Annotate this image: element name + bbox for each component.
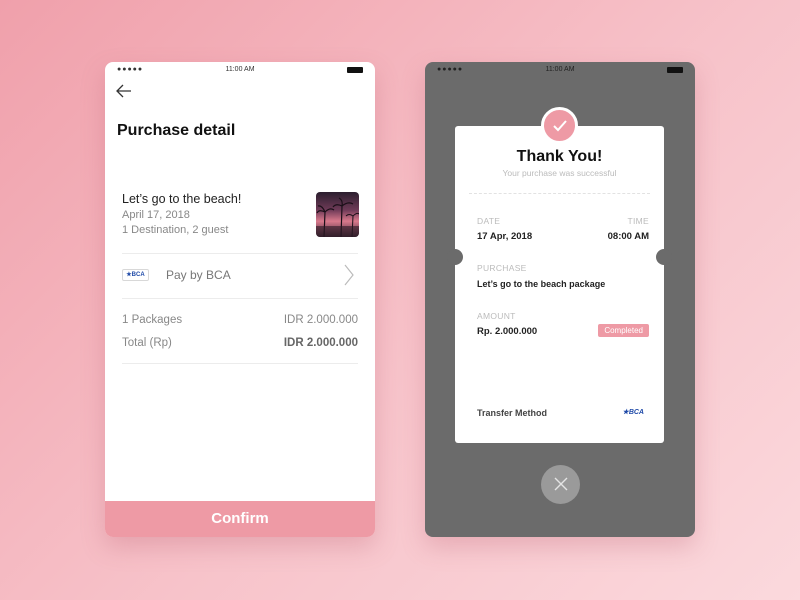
page-title: Purchase detail — [117, 122, 236, 139]
transfer-method-label: Transfer Method — [477, 408, 548, 418]
confirm-button[interactable]: Confirm — [105, 501, 375, 537]
close-icon[interactable] — [541, 465, 580, 504]
trip-title: Let’s go to the beach! — [122, 192, 242, 206]
divider — [122, 298, 358, 299]
time-value: 08:00 AM — [607, 231, 649, 242]
trip-date: April 17, 2018 — [122, 209, 190, 221]
status-time: 11:00 AM — [545, 66, 575, 73]
battery-icon — [667, 67, 683, 73]
packages-value: IDR 2.000.000 — [283, 314, 358, 326]
receipt-card: Thank You! Your purchase was successful … — [447, 126, 672, 443]
trip-guest: 1 Destination, 2 guest — [122, 224, 229, 236]
date-label: DATE — [477, 216, 501, 226]
status-bar: ●●●●● 11:00 AM — [425, 62, 695, 78]
status-badge: Completed — [598, 324, 649, 337]
back-arrow-icon[interactable] — [115, 82, 135, 102]
thank-you-heading: Thank You! — [516, 148, 603, 165]
date-value: 17 Apr, 2018 — [477, 231, 533, 242]
status-bar: ●●●●● 11:00 AM — [105, 62, 375, 78]
purchase-value: Let’s go to the beach package — [477, 279, 606, 289]
payment-method-label: Pay by BCA — [166, 268, 231, 282]
status-time: 11:00 AM — [225, 66, 255, 73]
purchase-detail-screen: ●●●●● 11:00 AM Purchase detail Let’s go … — [105, 62, 375, 537]
purchase-label: PURCHASE — [477, 263, 527, 273]
total-label: Total (Rp) — [122, 337, 172, 349]
total-value: IDR 2.000.000 — [283, 337, 358, 349]
payment-method-row[interactable]: ★BCA Pay by BCA — [122, 254, 358, 298]
chevron-right-icon — [344, 264, 354, 290]
dashed-divider — [469, 193, 650, 194]
check-icon — [541, 107, 578, 144]
bca-logo: ★BCA — [622, 409, 644, 416]
divider — [122, 363, 358, 364]
time-label: TIME — [627, 216, 649, 226]
beach-thumbnail — [316, 192, 359, 237]
ticket-notch — [656, 249, 672, 265]
packages-label: 1 Packages — [122, 314, 183, 326]
bca-logo: ★BCA — [122, 269, 149, 281]
success-subtitle: Your purchase was successful — [502, 168, 617, 178]
amount-value: Rp. 2.000.000 — [477, 326, 538, 337]
purchase-success-screen: ●●●●● 11:00 AM Thank You! Your purchase … — [425, 62, 695, 537]
battery-icon — [347, 67, 363, 73]
ticket-notch — [447, 249, 463, 265]
amount-label: AMOUNT — [477, 311, 516, 321]
